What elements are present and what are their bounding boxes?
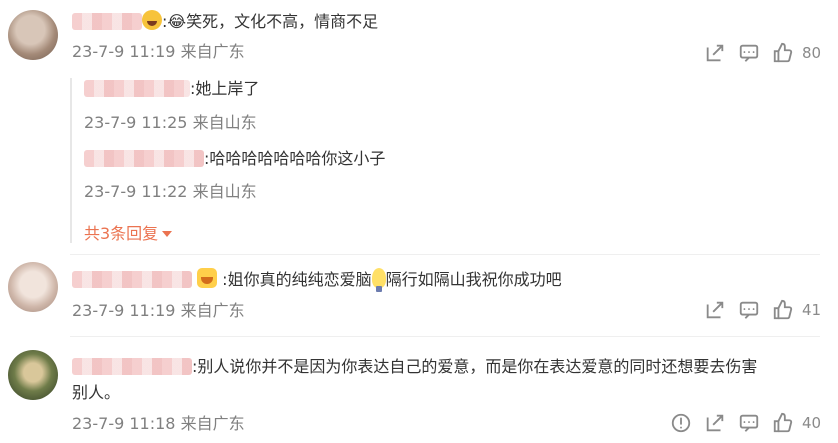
like-count: 80: [802, 44, 822, 62]
username-blurred[interactable]: [84, 80, 190, 97]
thumbs-up-icon[interactable]: [772, 299, 794, 321]
comment-meta: 23-7-9 11:18 来自广东: [72, 414, 245, 434]
divider: [70, 336, 820, 337]
comment-actions: 41: [704, 298, 822, 322]
laughing-emoji-icon: [142, 10, 162, 30]
report-icon[interactable]: [670, 412, 692, 434]
comment-actions: 40: [670, 411, 822, 435]
comment-actions: 80: [704, 41, 822, 65]
thumbs-up-icon[interactable]: [772, 42, 794, 64]
share-icon[interactable]: [704, 412, 726, 434]
reply-text: :她上岸了: [84, 78, 259, 100]
username-blurred[interactable]: [84, 150, 204, 167]
thumbs-up-icon[interactable]: [772, 412, 794, 434]
like-count: 40: [802, 414, 822, 432]
lightbulb-emoji-icon: [371, 268, 386, 292]
comment-text: :别人说你并不是因为你表达自己的爱意，而是你在表达爱意的同时还想要去伤害: [72, 356, 757, 378]
username-blurred[interactable]: [72, 358, 192, 375]
reply-meta: 23-7-9 11:25 来自山东: [84, 113, 257, 133]
comment-text: :😂笑死，文化不高，情商不足: [72, 10, 378, 33]
reply-thread: :她上岸了 23-7-9 11:25 来自山东 :哈哈哈哈哈哈哈你这小子 23-…: [70, 78, 830, 243]
location: 来自广东: [180, 301, 245, 320]
share-icon[interactable]: [704, 299, 726, 321]
crown-badge-icon: [197, 268, 218, 288]
timestamp: 23-7-9 11:22: [84, 182, 188, 201]
location: 来自广东: [180, 42, 245, 61]
comment-meta: 23-7-9 11:19 来自广东: [72, 42, 245, 62]
reply-meta: 23-7-9 11:22 来自山东: [84, 182, 257, 202]
timestamp: 23-7-9 11:25: [84, 113, 188, 132]
location: 来自山东: [192, 182, 257, 201]
comment-icon[interactable]: [738, 412, 760, 434]
reply-text: :哈哈哈哈哈哈哈你这小子: [84, 148, 385, 170]
location: 来自山东: [192, 113, 257, 132]
share-icon[interactable]: [704, 42, 726, 64]
timestamp: 23-7-9 11:19: [72, 42, 176, 61]
username-blurred[interactable]: [72, 13, 142, 30]
comment-text: :姐你真的纯纯恋爱脑 隔行如隔山我祝你成功吧: [72, 268, 562, 292]
like-count: 41: [802, 301, 822, 319]
comment-meta: 23-7-9 11:19 来自广东: [72, 301, 245, 321]
timestamp: 23-7-9 11:19: [72, 301, 176, 320]
location: 来自广东: [180, 414, 245, 433]
avatar[interactable]: [8, 350, 58, 400]
caret-down-icon: [162, 231, 173, 237]
username-blurred[interactable]: [72, 271, 192, 288]
comment-text-continuation: 别人。: [72, 383, 121, 402]
comment-icon[interactable]: [738, 42, 760, 64]
view-more-replies-link[interactable]: 共3条回复: [84, 220, 173, 244]
avatar[interactable]: [8, 262, 58, 312]
divider: [70, 254, 820, 255]
comment-icon[interactable]: [738, 299, 760, 321]
timestamp: 23-7-9 11:18: [72, 414, 176, 433]
avatar[interactable]: [8, 10, 58, 60]
